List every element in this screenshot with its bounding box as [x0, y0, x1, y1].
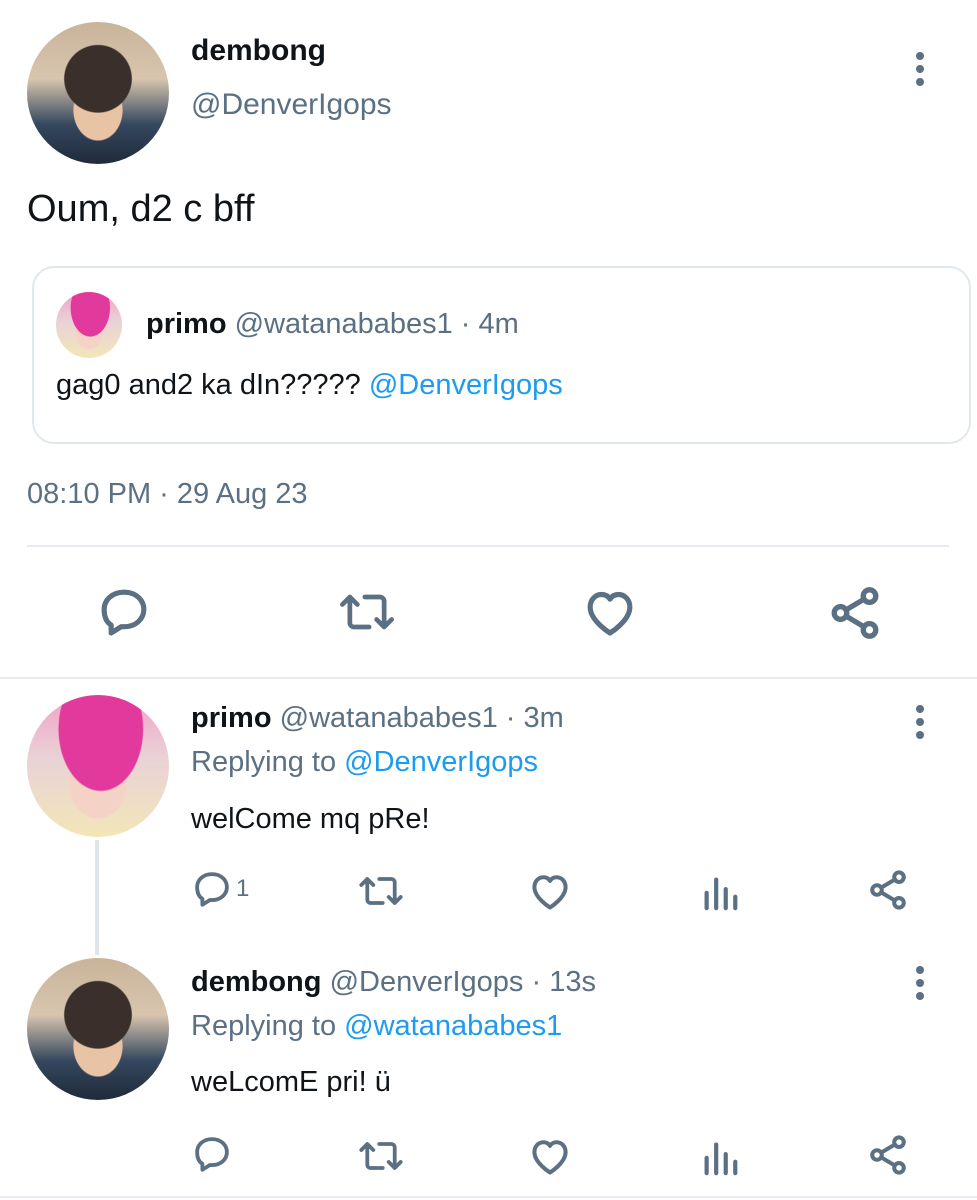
like-icon — [587, 591, 633, 636]
retweet-icon — [359, 1142, 403, 1170]
divider — [27, 545, 949, 547]
replying-mention[interactable]: @watanababes1 — [344, 1010, 562, 1042]
reply-icon — [101, 589, 147, 636]
author-name[interactable]: primo — [191, 702, 272, 734]
divider — [0, 1196, 977, 1198]
tweet-timestamp[interactable]: 08:10 PM · 29 Aug 23 — [27, 478, 308, 511]
replying-label: Replying to — [191, 746, 345, 778]
reply-button[interactable] — [191, 1133, 233, 1175]
more-icon[interactable] — [915, 52, 925, 91]
analytics-button[interactable] — [700, 1135, 740, 1177]
like-button[interactable] — [582, 586, 638, 638]
quoted-mention[interactable]: @DenverIgops — [369, 369, 563, 401]
reply-icon — [195, 1137, 229, 1172]
like-icon — [532, 1140, 568, 1175]
retweet-button[interactable] — [357, 870, 405, 912]
reply-text: weLcomE pri! ü — [191, 1066, 391, 1098]
quoted-header: primo @watanababes1 · 4m — [146, 308, 519, 341]
analytics-icon — [704, 1142, 738, 1176]
like-button[interactable] — [528, 870, 572, 912]
reply-time: · 3m — [505, 702, 564, 734]
quoted-text-body: gag0 and2 ka dIn????? — [56, 369, 369, 401]
retweet-button[interactable] — [357, 1135, 405, 1177]
analytics-icon — [704, 877, 738, 911]
share-icon — [831, 587, 879, 639]
like-button[interactable] — [528, 1135, 572, 1177]
reply-header: primo @watanababes1 · 3m — [191, 702, 564, 735]
replying-to: Replying to @DenverIgops — [191, 746, 538, 779]
author-name[interactable]: dembong — [191, 34, 326, 68]
tweet-text: Oum, d2 c bff — [27, 188, 255, 230]
share-button[interactable] — [826, 584, 884, 642]
avatar — [56, 292, 122, 358]
author-handle[interactable]: @DenverIgops — [330, 966, 524, 998]
avatar[interactable] — [27, 958, 169, 1100]
retweet-icon — [359, 877, 403, 905]
analytics-button[interactable] — [700, 870, 740, 912]
replying-label: Replying to — [191, 1010, 345, 1042]
quoted-text: gag0 and2 ka dIn????? @DenverIgops — [56, 369, 563, 402]
divider — [0, 677, 977, 679]
replying-mention[interactable]: @DenverIgops — [344, 746, 538, 778]
retweet-button[interactable] — [337, 586, 397, 638]
avatar[interactable] — [27, 22, 169, 164]
more-icon[interactable] — [915, 966, 925, 1005]
like-icon — [532, 875, 568, 910]
author-handle[interactable]: @watanababes1 — [280, 702, 498, 734]
reply-count: 1 — [236, 875, 250, 902]
author-name[interactable]: dembong — [191, 966, 322, 998]
quoted-author-name: primo — [146, 308, 227, 340]
reply-header: dembong @DenverIgops · 13s — [191, 966, 596, 999]
reply-button[interactable]: 1 — [191, 868, 249, 910]
quoted-tweet[interactable]: primo @watanababes1 · 4m gag0 and2 ka dI… — [32, 266, 971, 444]
share-button[interactable] — [866, 868, 910, 912]
retweet-icon — [340, 594, 394, 630]
author-handle[interactable]: @DenverIgops — [191, 88, 392, 122]
thread-line — [95, 840, 99, 955]
reply-text: welCome mq pRe! — [191, 803, 430, 835]
share-icon — [870, 1135, 906, 1175]
quoted-time: · 4m — [460, 308, 519, 340]
reply-button[interactable] — [96, 584, 152, 640]
share-icon — [870, 870, 906, 910]
more-icon[interactable] — [915, 705, 925, 744]
quoted-author-handle: @watanababes1 — [234, 308, 453, 340]
avatar[interactable] — [27, 695, 169, 837]
reply-icon — [195, 872, 229, 907]
replying-to: Replying to @watanababes1 — [191, 1010, 562, 1043]
reply-time: · 13s — [531, 966, 596, 998]
share-button[interactable] — [866, 1133, 910, 1177]
